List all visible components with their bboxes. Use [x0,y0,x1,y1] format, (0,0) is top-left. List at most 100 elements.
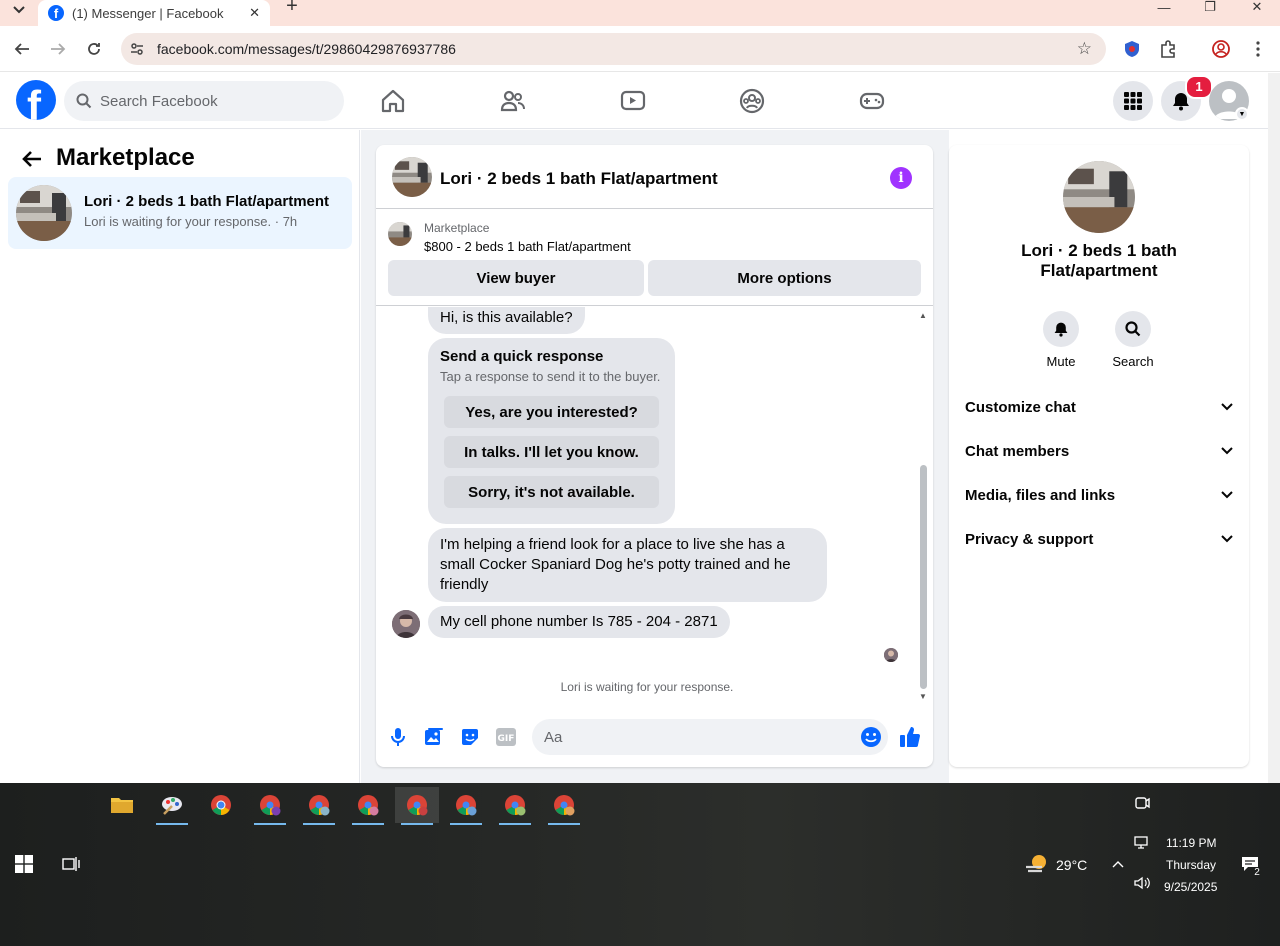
emoji-icon[interactable] [860,726,882,748]
page-scrollbar[interactable] [1268,73,1280,783]
message-input[interactable] [544,719,844,755]
taskbar-chrome-active[interactable] [395,787,439,825]
window-close-icon[interactable]: ✕ [1234,0,1280,14]
back-button[interactable] [10,37,34,61]
forward-button[interactable] [46,37,70,61]
quick-response-option[interactable]: In talks. I'll let you know. [444,436,659,468]
tab-search-button[interactable] [8,0,30,20]
chat-scroll-thumb[interactable] [920,465,927,689]
paint-palette-icon [162,797,182,815]
url-text[interactable]: facebook.com/messages/t/2986042987693778… [157,41,456,57]
nav-friends[interactable] [457,73,569,129]
taskbar-chrome-profile[interactable] [248,787,292,825]
details-title: Lori · 2 beds 1 bath Flat/apartment [1021,241,1177,280]
more-options-button[interactable]: More options [648,260,921,296]
meet-now-icon[interactable] [1124,785,1160,821]
chat-members-section[interactable]: Chat members [965,433,1233,469]
listing-price-title[interactable]: $800 - 2 beds 1 bath Flat/apartment [424,239,631,254]
clock-time[interactable]: 11:19 PM [1166,836,1216,850]
menu-button[interactable] [1113,81,1153,121]
scroll-up-icon[interactable]: ▲ [917,311,929,320]
bookmark-star-icon[interactable]: ☆ [1077,39,1092,59]
sender-avatar[interactable] [392,610,420,638]
quick-response-title: Send a quick response [440,348,604,365]
extensions-puzzle-icon[interactable] [1157,38,1179,60]
start-windows-icon[interactable] [6,846,42,882]
weather-temperature[interactable]: 29°C [1056,857,1087,873]
conversation-item[interactable]: Lori · 2 beds 1 bath Flat/apartment Lori… [8,177,352,249]
taskbar-chrome[interactable] [199,787,243,823]
view-buyer-button[interactable]: View buyer [388,260,644,296]
taskbar-paint-app[interactable] [150,787,194,825]
chrome-profile-icon [358,795,379,816]
photo-attach-icon[interactable] [422,725,446,749]
nav-gaming[interactable] [816,73,928,129]
tab-close-icon[interactable]: ✕ [249,5,260,21]
message-bubble[interactable]: I'm helping a friend look for a place to… [428,528,827,602]
search-action[interactable]: Search [1103,311,1163,369]
listing-small-thumbnail [388,222,412,246]
network-icon[interactable] [1124,825,1160,861]
back-arrow-button[interactable] [18,145,46,173]
taskbar-chrome-profile[interactable] [297,787,341,825]
taskbar-chrome-profile[interactable] [444,787,488,825]
profile-account-icon[interactable] [1210,38,1232,60]
browser-tabstrip: f (1) Messenger | Facebook ✕ + — ❐ ✕ [0,0,1280,26]
minimize-icon[interactable]: — [1141,0,1187,15]
address-bar[interactable]: facebook.com/messages/t/2986042987693778… [121,33,1106,65]
volume-icon[interactable] [1124,865,1160,901]
notification-center-button[interactable] [1232,846,1268,882]
restore-icon[interactable]: ❐ [1187,0,1233,14]
message-list: Hi, is this available? Send a quick resp… [376,307,933,699]
clock-day[interactable]: Thursday [1166,858,1216,872]
account-chevron-icon[interactable]: ▼ [1235,107,1249,121]
mute-label: Mute [1046,354,1076,369]
taskbar-chrome-profile[interactable] [346,787,390,825]
facebook-search[interactable] [64,81,344,121]
details-thumbnail[interactable] [1063,161,1135,233]
thumbs-up-icon[interactable] [898,725,922,749]
weather-sun-icon[interactable] [1019,846,1055,882]
extension-shield-icon[interactable] [1121,38,1143,60]
nav-home[interactable] [337,73,449,129]
message-bubble[interactable]: My cell phone number Is 785 - 204 - 2871 [428,606,730,638]
chat-header-thumbnail[interactable] [392,157,432,197]
quick-response-option[interactable]: Sorry, it's not available. [444,476,659,508]
taskbar-file-explorer[interactable] [100,787,144,823]
sticker-icon[interactable] [458,725,482,749]
microphone-icon[interactable] [386,725,410,749]
arrow-left-icon [14,43,29,55]
chevron-down-icon [1221,403,1233,411]
scroll-down-icon[interactable]: ▼ [917,692,929,701]
customize-chat-section[interactable]: Customize chat [965,389,1233,425]
clock-date[interactable]: 9/25/2025 [1164,880,1217,894]
gif-icon[interactable]: GIF [494,725,518,749]
chat-title[interactable]: Lori · 2 beds 1 bath Flat/apartment [440,169,718,189]
bell-icon [1054,322,1068,337]
running-indicator [450,823,482,825]
mute-action[interactable]: Mute [1031,311,1091,369]
message-input-box[interactable] [532,719,888,755]
chat-details-panel: Lori · 2 beds 1 bath Flat/apartment Mute… [949,145,1249,767]
chrome-profile-icon [554,795,575,816]
home-icon [381,89,405,113]
chrome-profile-icon [505,795,526,816]
task-view-icon[interactable] [53,846,89,882]
facebook-logo-icon[interactable]: f [16,80,56,120]
new-tab-button[interactable]: + [282,0,302,16]
taskbar-chrome-profile[interactable] [542,787,586,825]
facebook-search-input[interactable] [100,81,330,121]
info-icon[interactable]: i [890,167,912,189]
reload-button[interactable] [82,37,106,61]
site-settings-icon[interactable] [129,41,145,57]
waiting-note: Lori is waiting for your response. [560,680,734,694]
browser-menu-icon[interactable] [1247,38,1269,60]
nav-groups[interactable] [696,73,808,129]
message-bubble[interactable]: Hi, is this available? [428,307,585,334]
nav-video[interactable] [577,73,689,129]
media-files-links-section[interactable]: Media, files and links [965,477,1233,513]
taskbar-chrome-profile[interactable] [493,787,537,825]
privacy-support-section[interactable]: Privacy & support [965,521,1233,557]
browser-tab-active[interactable]: f (1) Messenger | Facebook ✕ [38,0,270,26]
quick-response-option[interactable]: Yes, are you interested? [444,396,659,428]
